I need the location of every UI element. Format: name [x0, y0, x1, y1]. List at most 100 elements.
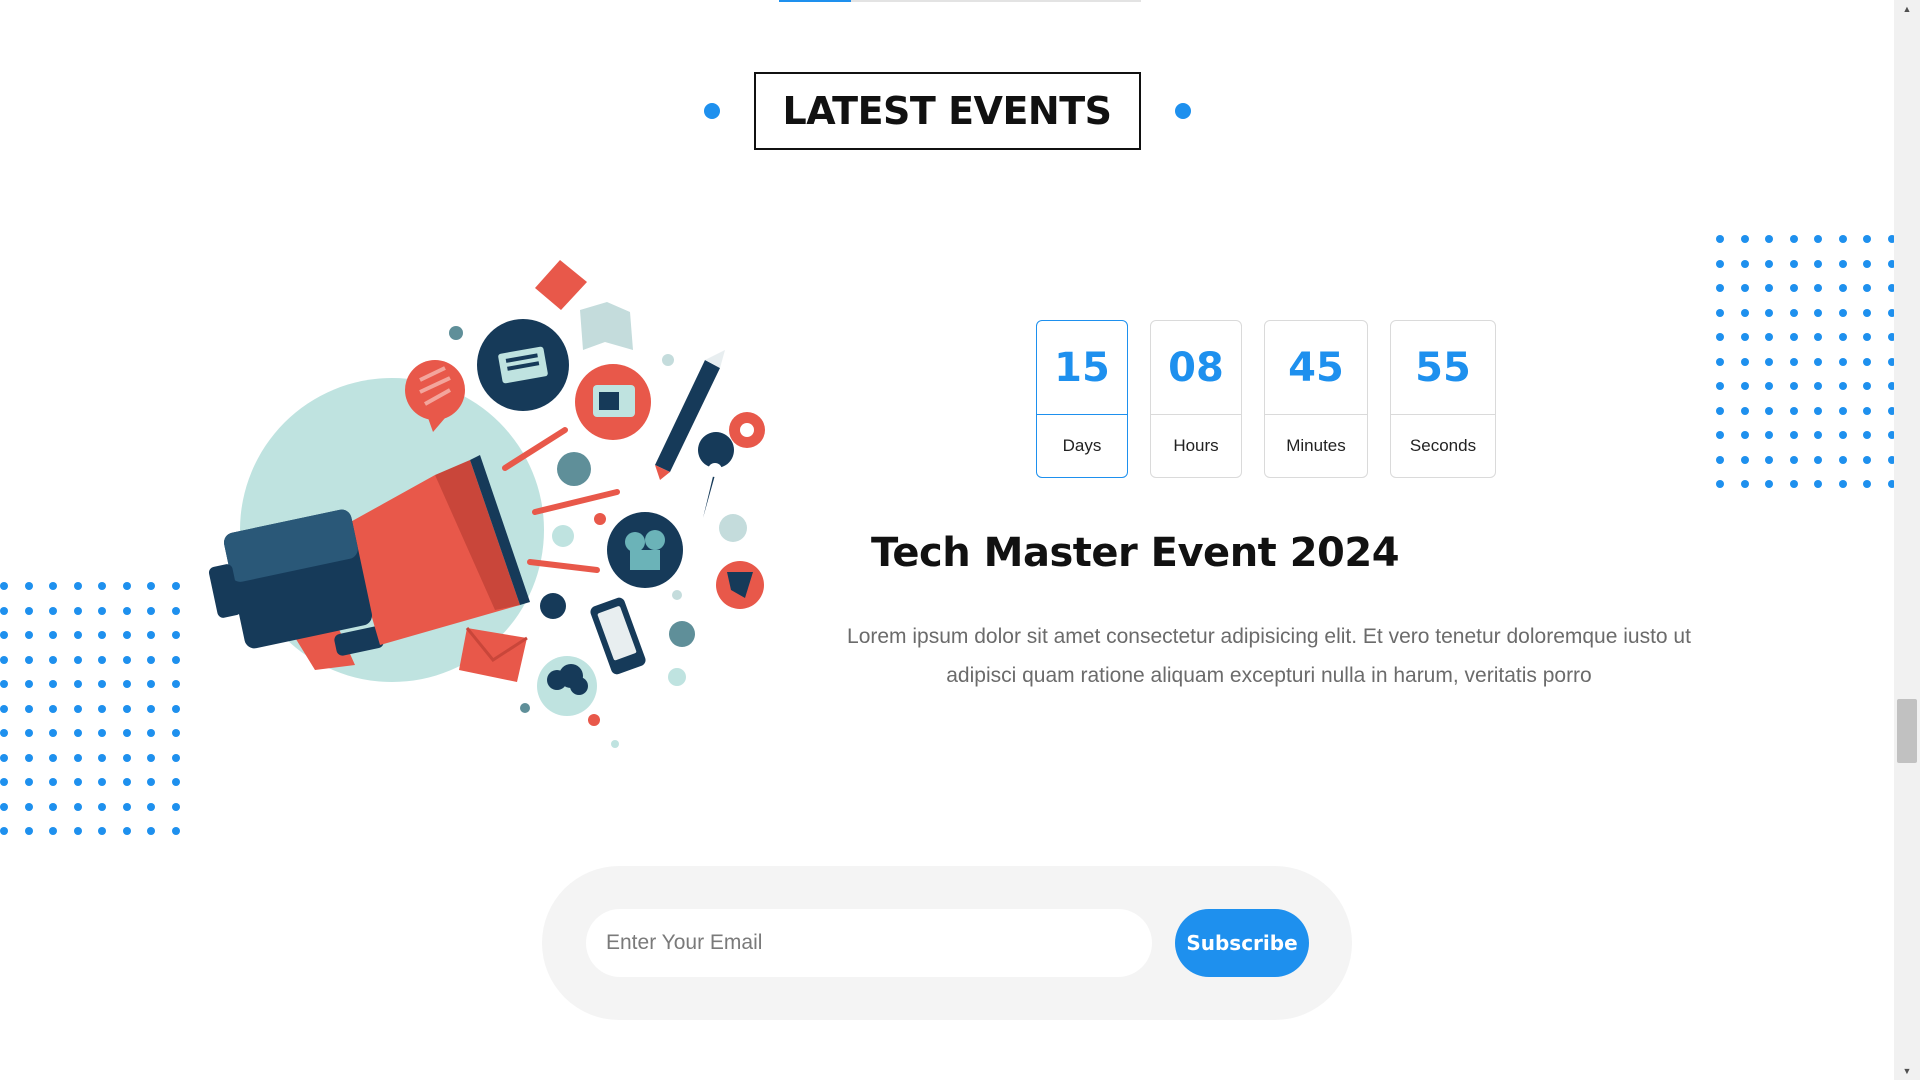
pattern-dot: [1765, 431, 1773, 439]
pattern-dot: [98, 680, 106, 688]
pattern-dot: [1740, 284, 1749, 292]
pattern-dot: [49, 606, 57, 615]
megaphone-illustration: [205, 250, 785, 760]
pattern-dot: [171, 778, 180, 786]
pattern-dot: [1740, 455, 1749, 464]
scroll-thumb[interactable]: [1897, 699, 1917, 763]
pattern-dot: [1716, 308, 1724, 317]
pattern-dot: [1765, 235, 1773, 243]
pattern-dot: [1814, 406, 1822, 415]
pattern-dot: [98, 655, 106, 664]
pattern-dot: [1789, 284, 1798, 292]
pattern-dot: [49, 802, 57, 811]
pattern-dot: [147, 582, 155, 590]
pattern-dot: [73, 680, 82, 688]
pattern-dot: [1740, 333, 1749, 341]
scroll-up-arrow-icon[interactable]: ▲: [1894, 0, 1920, 18]
pattern-dot: [1814, 357, 1822, 366]
event-title: Tech Master Event 2024: [870, 530, 1400, 576]
event-description: Lorem ipsum dolor sit amet consectetur a…: [847, 625, 1691, 687]
pattern-dot: [1789, 480, 1798, 488]
pattern-dot: [1789, 235, 1798, 243]
pattern-dot: [147, 729, 155, 737]
pattern-dot: [24, 827, 33, 835]
pattern-dot: [171, 655, 180, 664]
pattern-dot: [1740, 406, 1749, 415]
title-dot-right: [1174, 103, 1191, 119]
pattern-dot: [147, 827, 155, 835]
event-countdown: 15 Days 08 Hours 45 Minutes 55 Seconds: [1036, 320, 1496, 478]
pattern-dot: [1765, 308, 1773, 317]
scroll-down-arrow-icon[interactable]: ▼: [1894, 1062, 1920, 1080]
pattern-dot: [1740, 259, 1749, 268]
pattern-dot: [1740, 357, 1749, 366]
pattern-dot: [0, 778, 8, 786]
pattern-dot: [73, 778, 82, 786]
countdown-days-value: 15: [1037, 321, 1127, 415]
pattern-dot: [1863, 357, 1871, 366]
pattern-dot: [24, 606, 33, 615]
pattern-dot: [49, 680, 57, 688]
pattern-dot: [1863, 308, 1871, 317]
pattern-dot: [24, 655, 33, 664]
pattern-dot: [1863, 259, 1871, 268]
megaphone-icon: [208, 260, 765, 748]
page-scrollbar[interactable]: ▲ ▼: [1894, 0, 1920, 1080]
pattern-dot: [1789, 406, 1798, 415]
pattern-dot: [122, 827, 131, 835]
pattern-dot: [122, 729, 131, 737]
email-input[interactable]: [586, 909, 1152, 977]
pattern-dot: [73, 655, 82, 664]
pattern-dot: [49, 753, 57, 762]
pattern-dot: [1765, 406, 1773, 415]
pattern-dot: [1814, 455, 1822, 464]
pattern-dot: [49, 655, 57, 664]
pattern-dot: [1716, 431, 1724, 439]
pattern-dot: [122, 802, 131, 811]
pattern-dot: [98, 778, 106, 786]
pattern-dot: [1838, 480, 1847, 488]
pattern-dot: [1789, 308, 1798, 317]
pattern-dot: [122, 680, 131, 688]
countdown-seconds: 55 Seconds: [1390, 320, 1496, 478]
pattern-dot: [73, 802, 82, 811]
pattern-dot: [171, 729, 180, 737]
countdown-minutes-value: 45: [1265, 321, 1367, 415]
pattern-dot: [24, 729, 33, 737]
pattern-dot: [1740, 235, 1749, 243]
pattern-dot: [1716, 480, 1724, 488]
countdown-minutes: 45 Minutes: [1264, 320, 1368, 478]
pattern-dot: [1838, 455, 1847, 464]
pattern-dot: [1765, 480, 1773, 488]
pattern-dot: [1814, 431, 1822, 439]
pattern-dot: [1765, 333, 1773, 341]
pattern-dot: [1716, 382, 1724, 390]
pattern-dot: [73, 753, 82, 762]
pattern-dot: [147, 631, 155, 639]
pattern-dot: [1814, 480, 1822, 488]
title-dot-left: [703, 103, 720, 119]
pattern-dot: [98, 729, 106, 737]
pattern-dot: [171, 606, 180, 615]
pattern-dot: [49, 778, 57, 786]
pattern-dot: [0, 753, 8, 762]
pattern-dot: [1814, 333, 1822, 341]
countdown-seconds-label: Seconds: [1409, 436, 1477, 455]
pattern-dot: [73, 582, 82, 590]
pattern-dot: [1814, 382, 1822, 390]
pattern-dot: [1838, 259, 1847, 268]
pattern-dot: [1716, 406, 1724, 415]
subscribe-button[interactable]: Subscribe: [1175, 909, 1309, 977]
pattern-dot: [49, 827, 57, 835]
pattern-dot: [122, 753, 131, 762]
pattern-dot: [73, 729, 82, 737]
pattern-dot: [1716, 284, 1724, 292]
pattern-dot: [1863, 382, 1871, 390]
pattern-dot: [73, 606, 82, 615]
pattern-dot: [147, 778, 155, 786]
countdown-minutes-label: Minutes: [1286, 436, 1346, 455]
pattern-dot: [171, 753, 180, 762]
dot-pattern-right: [1716, 235, 1896, 488]
countdown-hours-label: Hours: [1173, 436, 1219, 455]
subscribe-form: Subscribe: [542, 866, 1352, 1020]
